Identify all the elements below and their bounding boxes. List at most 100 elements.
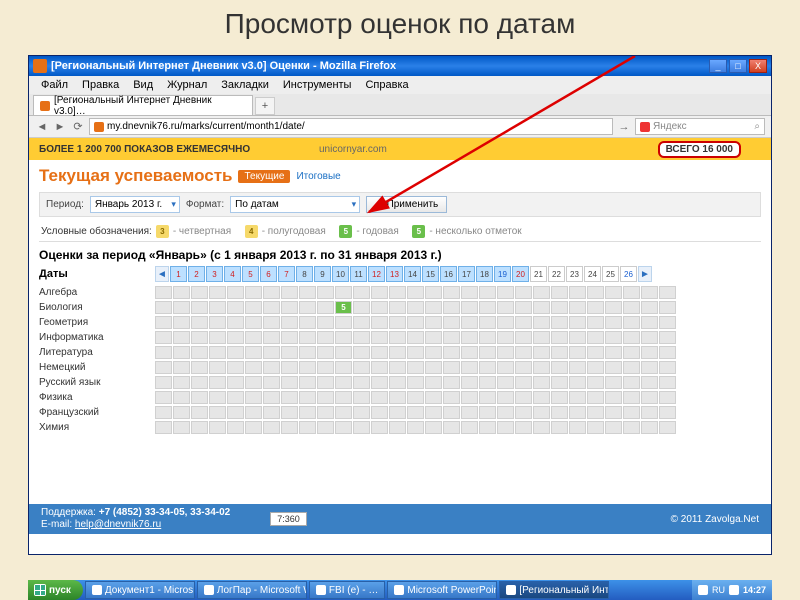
grade-cell[interactable]	[407, 376, 424, 389]
grade-cell[interactable]	[605, 406, 622, 419]
grade-cell[interactable]	[191, 376, 208, 389]
grade-cell[interactable]	[569, 421, 586, 434]
grade-cell[interactable]	[389, 406, 406, 419]
grade-cell[interactable]	[281, 391, 298, 404]
day-header-4[interactable]: 4	[224, 266, 241, 282]
grade-cell[interactable]	[461, 331, 478, 344]
grade-cell[interactable]	[659, 406, 676, 419]
grade-cell[interactable]	[515, 301, 532, 314]
grade-cell[interactable]	[173, 331, 190, 344]
menu-edit[interactable]: Правка	[76, 77, 125, 93]
grade-cell[interactable]	[317, 421, 334, 434]
grade-cell[interactable]	[407, 406, 424, 419]
grade-cell[interactable]	[353, 376, 370, 389]
grade-cell[interactable]	[461, 346, 478, 359]
grade-cell[interactable]	[245, 301, 262, 314]
grade-cell[interactable]	[191, 331, 208, 344]
grade-cell[interactable]	[191, 421, 208, 434]
grade-cell[interactable]	[245, 331, 262, 344]
grade-cell[interactable]	[641, 331, 658, 344]
grade-cell[interactable]	[389, 391, 406, 404]
grade-cell[interactable]	[389, 361, 406, 374]
grade-cell[interactable]	[317, 316, 334, 329]
day-header-8[interactable]: 8	[296, 266, 313, 282]
back-button[interactable]: ◄	[35, 120, 49, 134]
grade-cell[interactable]	[353, 421, 370, 434]
grade-cell[interactable]	[371, 406, 388, 419]
grade-cell[interactable]	[533, 421, 550, 434]
grade-cell[interactable]	[299, 316, 316, 329]
forward-button[interactable]: ►	[53, 120, 67, 134]
grade-cell[interactable]	[551, 361, 568, 374]
menu-view[interactable]: Вид	[127, 77, 159, 93]
grade-cell[interactable]	[263, 331, 280, 344]
grade-cell[interactable]	[533, 346, 550, 359]
grade-cell[interactable]	[605, 421, 622, 434]
grade-cell[interactable]	[155, 361, 172, 374]
grade-cell[interactable]	[461, 406, 478, 419]
grade-cell[interactable]	[209, 421, 226, 434]
grade-cell[interactable]	[281, 376, 298, 389]
grade-cell[interactable]	[623, 346, 640, 359]
menu-tools[interactable]: Инструменты	[277, 77, 358, 93]
grade-cell[interactable]	[209, 316, 226, 329]
grade-cell[interactable]	[479, 286, 496, 299]
grade-cell[interactable]	[281, 346, 298, 359]
grade-cell[interactable]	[227, 286, 244, 299]
period-select[interactable]: Январь 2013 г.	[90, 196, 180, 213]
grade-cell[interactable]	[353, 361, 370, 374]
grade-cell[interactable]	[317, 286, 334, 299]
grade-cell[interactable]	[515, 421, 532, 434]
grade-cell[interactable]	[425, 331, 442, 344]
grade-cell[interactable]	[641, 376, 658, 389]
grade-cell[interactable]	[191, 346, 208, 359]
grade-cell[interactable]	[605, 286, 622, 299]
grade-cell[interactable]	[227, 316, 244, 329]
grade-cell[interactable]	[587, 286, 604, 299]
day-header-26[interactable]: 26	[620, 266, 637, 282]
grade-cell[interactable]	[533, 361, 550, 374]
grade-cell[interactable]	[191, 361, 208, 374]
grade-cell[interactable]	[281, 316, 298, 329]
grade-cell[interactable]	[497, 361, 514, 374]
grade-cell[interactable]	[227, 406, 244, 419]
grade-cell[interactable]	[587, 301, 604, 314]
grade-cell[interactable]	[281, 421, 298, 434]
grade-cell[interactable]	[623, 361, 640, 374]
grade-cell[interactable]	[425, 361, 442, 374]
start-button[interactable]: пуск	[28, 580, 83, 600]
grade-cell[interactable]	[479, 331, 496, 344]
grade-cell[interactable]	[209, 361, 226, 374]
grade-cell[interactable]	[191, 286, 208, 299]
email-link[interactable]: help@dnevnik76.ru	[75, 519, 161, 530]
grade-cell[interactable]	[335, 421, 352, 434]
grade-cell[interactable]	[425, 391, 442, 404]
grade-cell[interactable]	[443, 376, 460, 389]
grade-cell[interactable]	[587, 346, 604, 359]
grade-cell[interactable]	[515, 346, 532, 359]
grade-cell[interactable]	[407, 316, 424, 329]
grade-cell[interactable]	[173, 316, 190, 329]
grade-cell[interactable]	[659, 391, 676, 404]
grade-cell[interactable]	[371, 391, 388, 404]
grade-cell[interactable]	[353, 346, 370, 359]
grade-cell[interactable]	[263, 391, 280, 404]
grade-cell[interactable]	[533, 316, 550, 329]
grade-cell[interactable]	[317, 301, 334, 314]
grade-cell[interactable]	[299, 331, 316, 344]
grade-cell[interactable]	[407, 361, 424, 374]
grade-cell[interactable]	[443, 421, 460, 434]
grade-cell[interactable]	[227, 421, 244, 434]
grade-cell[interactable]	[443, 331, 460, 344]
taskbar-item[interactable]: Документ1 - Micros…	[85, 581, 195, 599]
grade-cell[interactable]	[245, 346, 262, 359]
grade-cell[interactable]	[425, 346, 442, 359]
day-header-13[interactable]: 13	[386, 266, 403, 282]
grade-cell[interactable]	[605, 391, 622, 404]
day-header-20[interactable]: 20	[512, 266, 529, 282]
grade-cell[interactable]	[587, 316, 604, 329]
grade-cell[interactable]	[299, 361, 316, 374]
day-header-19[interactable]: 19	[494, 266, 511, 282]
grade-cell[interactable]	[227, 346, 244, 359]
grade-cell[interactable]	[299, 286, 316, 299]
